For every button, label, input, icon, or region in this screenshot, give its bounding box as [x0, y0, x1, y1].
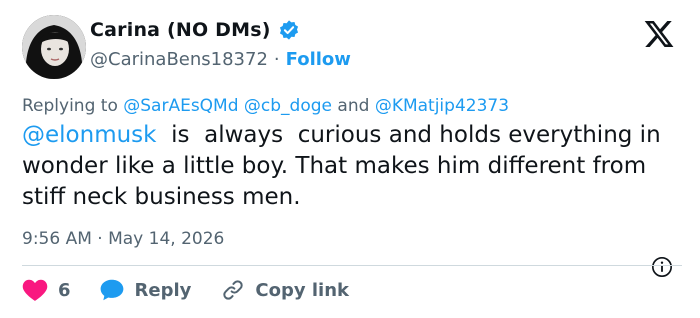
replying-to-line: Replying to @SarAEsQMd @cb_doge and @KMa…	[22, 96, 509, 116]
author-handle-row: @CarinaBens18372 · Follow	[90, 49, 351, 70]
author-name-row: Carina (NO DMs)	[90, 19, 300, 41]
heart-icon	[22, 278, 48, 302]
like-count: 6	[58, 279, 71, 301]
divider	[22, 265, 682, 266]
reply-button[interactable]: Reply	[99, 278, 192, 302]
tweet-text: @elonmusk is always curious and holds ev…	[22, 120, 682, 213]
copy-link-button[interactable]: Copy link	[221, 278, 349, 302]
info-icon[interactable]	[651, 256, 673, 278]
tweet-timestamp[interactable]: 9:56 AM · May 14, 2026	[22, 229, 224, 249]
replying-prefix: Replying to	[22, 96, 118, 116]
link-icon	[221, 278, 245, 302]
reply-mention-2[interactable]: @cb_doge	[244, 96, 332, 116]
author-handle[interactable]: @CarinaBens18372	[90, 49, 268, 70]
separator-dot: ·	[273, 49, 280, 70]
copy-link-label: Copy link	[255, 279, 349, 301]
author-display-name[interactable]: Carina (NO DMs)	[90, 19, 271, 41]
reply-mention-3[interactable]: @KMatjip42373	[375, 96, 509, 116]
verified-badge-icon	[278, 19, 300, 41]
reply-label: Reply	[134, 279, 192, 301]
reply-bubble-icon	[99, 278, 125, 302]
tweet-mention[interactable]: @elonmusk	[22, 122, 156, 148]
x-logo-icon[interactable]	[642, 18, 676, 50]
avatar[interactable]	[22, 15, 86, 79]
action-bar: 6 Reply Copy link	[22, 276, 349, 304]
like-button[interactable]: 6	[22, 278, 71, 302]
reply-mention-1[interactable]: @SarAEsQMd	[123, 96, 238, 116]
follow-button[interactable]: Follow	[286, 49, 351, 70]
replying-joiner: and	[337, 96, 370, 116]
